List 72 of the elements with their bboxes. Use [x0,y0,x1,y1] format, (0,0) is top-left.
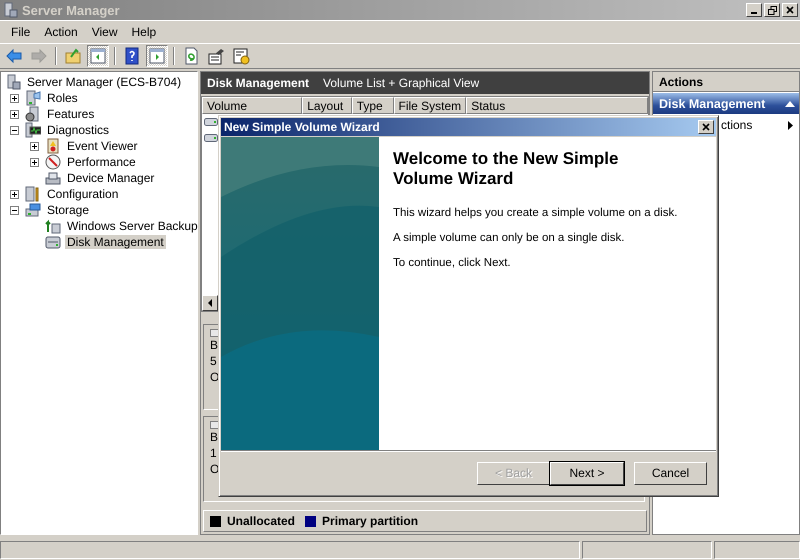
console-tree-button[interactable] [87,45,109,67]
tree-item[interactable]: Diagnostics [45,123,112,137]
actions-header: Actions [653,72,799,92]
view-label: Volume List + Graphical View [323,76,480,90]
storage-icon [25,202,41,218]
column-header[interactable]: Status [466,97,648,114]
wizard-button[interactable]: Cancel [634,462,707,484]
legend-label: Primary partition [322,514,418,528]
tree-item[interactable]: Storage [45,203,92,217]
tree-item[interactable]: Disk Management [65,235,166,249]
tree-item[interactable]: Server Manager (ECS-B704) [25,75,184,89]
configuration-icon [25,186,41,202]
expand-icon[interactable] [30,158,39,166]
close-button[interactable] [698,120,714,134]
disk-label: 1 [210,445,217,461]
device-manager-icon [45,170,61,186]
menu-item[interactable]: Help [124,23,164,41]
collapse-icon[interactable] [10,126,19,134]
tree-item[interactable]: Performance [65,155,138,169]
actions-section[interactable]: Disk Management [653,93,799,114]
close-button[interactable] [782,3,798,17]
disk-label: B [210,337,218,353]
backup-icon [45,218,61,234]
collapse-icon[interactable] [785,100,795,106]
restore-icon [768,6,776,14]
event-viewer-icon [45,138,61,154]
menu-item[interactable]: File [4,23,38,41]
server-icon [2,2,18,18]
features-icon [25,106,41,122]
expand-icon[interactable] [10,110,19,118]
wizard-text: This wizard helps you create a simple volume on a disk. [393,207,678,219]
expand-icon[interactable] [10,190,19,198]
restore-button[interactable] [764,3,780,17]
wizard-button[interactable]: Next > [550,462,624,484]
tree-item[interactable]: Event Viewer [65,139,140,153]
close-icon [702,123,710,131]
menu-item[interactable]: Action [37,23,85,41]
scroll-left-button[interactable] [202,295,218,311]
legend-label: Unallocated [227,514,296,528]
action-pane-button[interactable] [146,45,168,67]
column-header[interactable]: File System [394,97,466,114]
expand-icon[interactable] [10,94,19,102]
tree-item[interactable]: Configuration [45,187,120,201]
submenu-arrow-icon [788,120,793,130]
diagnostics-icon [25,122,41,138]
wizard-text: A simple volume can only be on a single disk. [393,232,626,244]
performance-icon [45,154,61,170]
disk-label: B [210,429,218,445]
column-header[interactable]: Type [352,97,394,114]
expand-icon[interactable] [30,142,39,150]
roles-icon [25,90,41,106]
tree-item[interactable]: Windows Server Backup [65,219,200,233]
collapse-icon[interactable] [10,206,19,214]
minimize-button[interactable] [746,3,762,17]
tree-item[interactable]: Device Manager [65,171,156,185]
pane-title: Disk Management [207,76,310,90]
more-actions-link[interactable]: ctions [721,118,752,132]
wizard-heading: Welcome to the New Simple Volume Wizard [393,149,620,189]
tree-item[interactable]: Features [45,107,96,121]
disk-label: 5 [210,353,217,369]
column-header[interactable]: Volume [202,97,302,114]
server-icon [5,74,21,90]
drive-icon [204,117,218,127]
tree-item[interactable]: Roles [45,91,80,105]
column-header[interactable]: Layout [302,97,352,114]
wizard-text: To continue, click Next. [393,257,512,269]
left-arrow-icon [207,299,213,307]
close-icon [786,6,794,14]
window-title: Server Manager [22,2,121,18]
menu-item[interactable]: View [84,23,124,41]
dialog-title: New Simple Volume Wizard [224,120,380,134]
drive-icon [204,133,218,143]
